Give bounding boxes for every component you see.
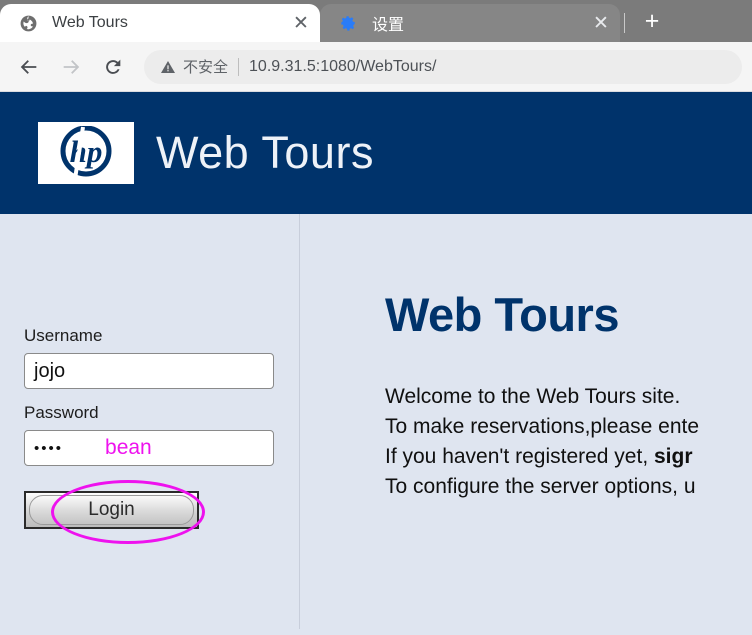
password-input[interactable]: •••• bean: [24, 430, 274, 466]
page-body: Username jojo Password •••• bean Login W…: [0, 214, 752, 629]
password-label: Password: [24, 403, 99, 422]
username-input[interactable]: jojo: [24, 353, 274, 389]
content-line-2: To make reservations,please ente: [385, 415, 700, 438]
gear-icon: [338, 13, 358, 33]
content-line-1: Welcome to the Web Tours site.: [385, 385, 681, 408]
content-line-3: If you haven't registered yet, sigr: [385, 442, 752, 472]
login-form: Username jojo Password •••• bean Login: [24, 214, 299, 544]
site-banner: hp Web Tours: [0, 92, 752, 214]
svg-text:hp: hp: [70, 134, 103, 169]
reload-icon: [106, 59, 121, 74]
new-tab-button[interactable]: +: [635, 4, 669, 38]
security-status-text: 不安全: [183, 59, 229, 76]
warning-triangle-icon: [160, 59, 176, 75]
browser-tab-bar: Web Tours ✕ 设置 ✕ +: [0, 0, 752, 42]
address-bar[interactable]: 不安全 10.9.31.5:1080/WebTours/: [144, 49, 742, 84]
close-icon[interactable]: ✕: [588, 10, 614, 36]
globe-icon: [18, 13, 38, 33]
browser-tab-title: Web Tours: [52, 14, 128, 31]
browser-tab-settings[interactable]: 设置 ✕: [320, 4, 620, 42]
username-value: jojo: [34, 359, 66, 382]
arrow-left-icon: [20, 59, 37, 74]
omnibox-separator: [238, 57, 240, 76]
tab-divider: [624, 13, 625, 33]
content-heading: Web Tours: [385, 288, 620, 341]
username-label: Username: [24, 326, 103, 345]
login-panel: Username jojo Password •••• bean Login: [0, 214, 300, 629]
password-masked-value: ••••: [34, 439, 64, 457]
browser-tab-web-tours[interactable]: Web Tours ✕: [0, 4, 320, 42]
hp-logo-icon: hp: [38, 122, 134, 184]
url-text: 10.9.31.5:1080/WebTours/: [249, 57, 437, 75]
signup-link[interactable]: sigr: [654, 445, 693, 468]
login-button-label: Login: [29, 495, 194, 525]
forward-button[interactable]: [52, 48, 90, 86]
login-button[interactable]: Login: [24, 491, 199, 529]
reload-button[interactable]: [94, 48, 132, 86]
browser-toolbar: 不安全 10.9.31.5:1080/WebTours/: [0, 42, 752, 92]
content-line-3-prefix: If you haven't registered yet,: [385, 445, 654, 468]
content-paragraph: Welcome to the Web Tours site. To make r…: [385, 382, 752, 502]
arrow-right-icon: [63, 59, 80, 74]
content-panel: Web Tours Welcome to the Web Tours site.…: [300, 214, 752, 629]
back-button[interactable]: [10, 48, 48, 86]
password-annotation: bean: [105, 436, 152, 459]
banner-title: Web Tours: [156, 127, 374, 178]
login-button-row: Login: [24, 480, 274, 544]
content-line-4: To configure the server options, u: [385, 475, 696, 498]
browser-tab-title: 设置: [372, 17, 405, 34]
close-icon[interactable]: ✕: [288, 10, 314, 36]
